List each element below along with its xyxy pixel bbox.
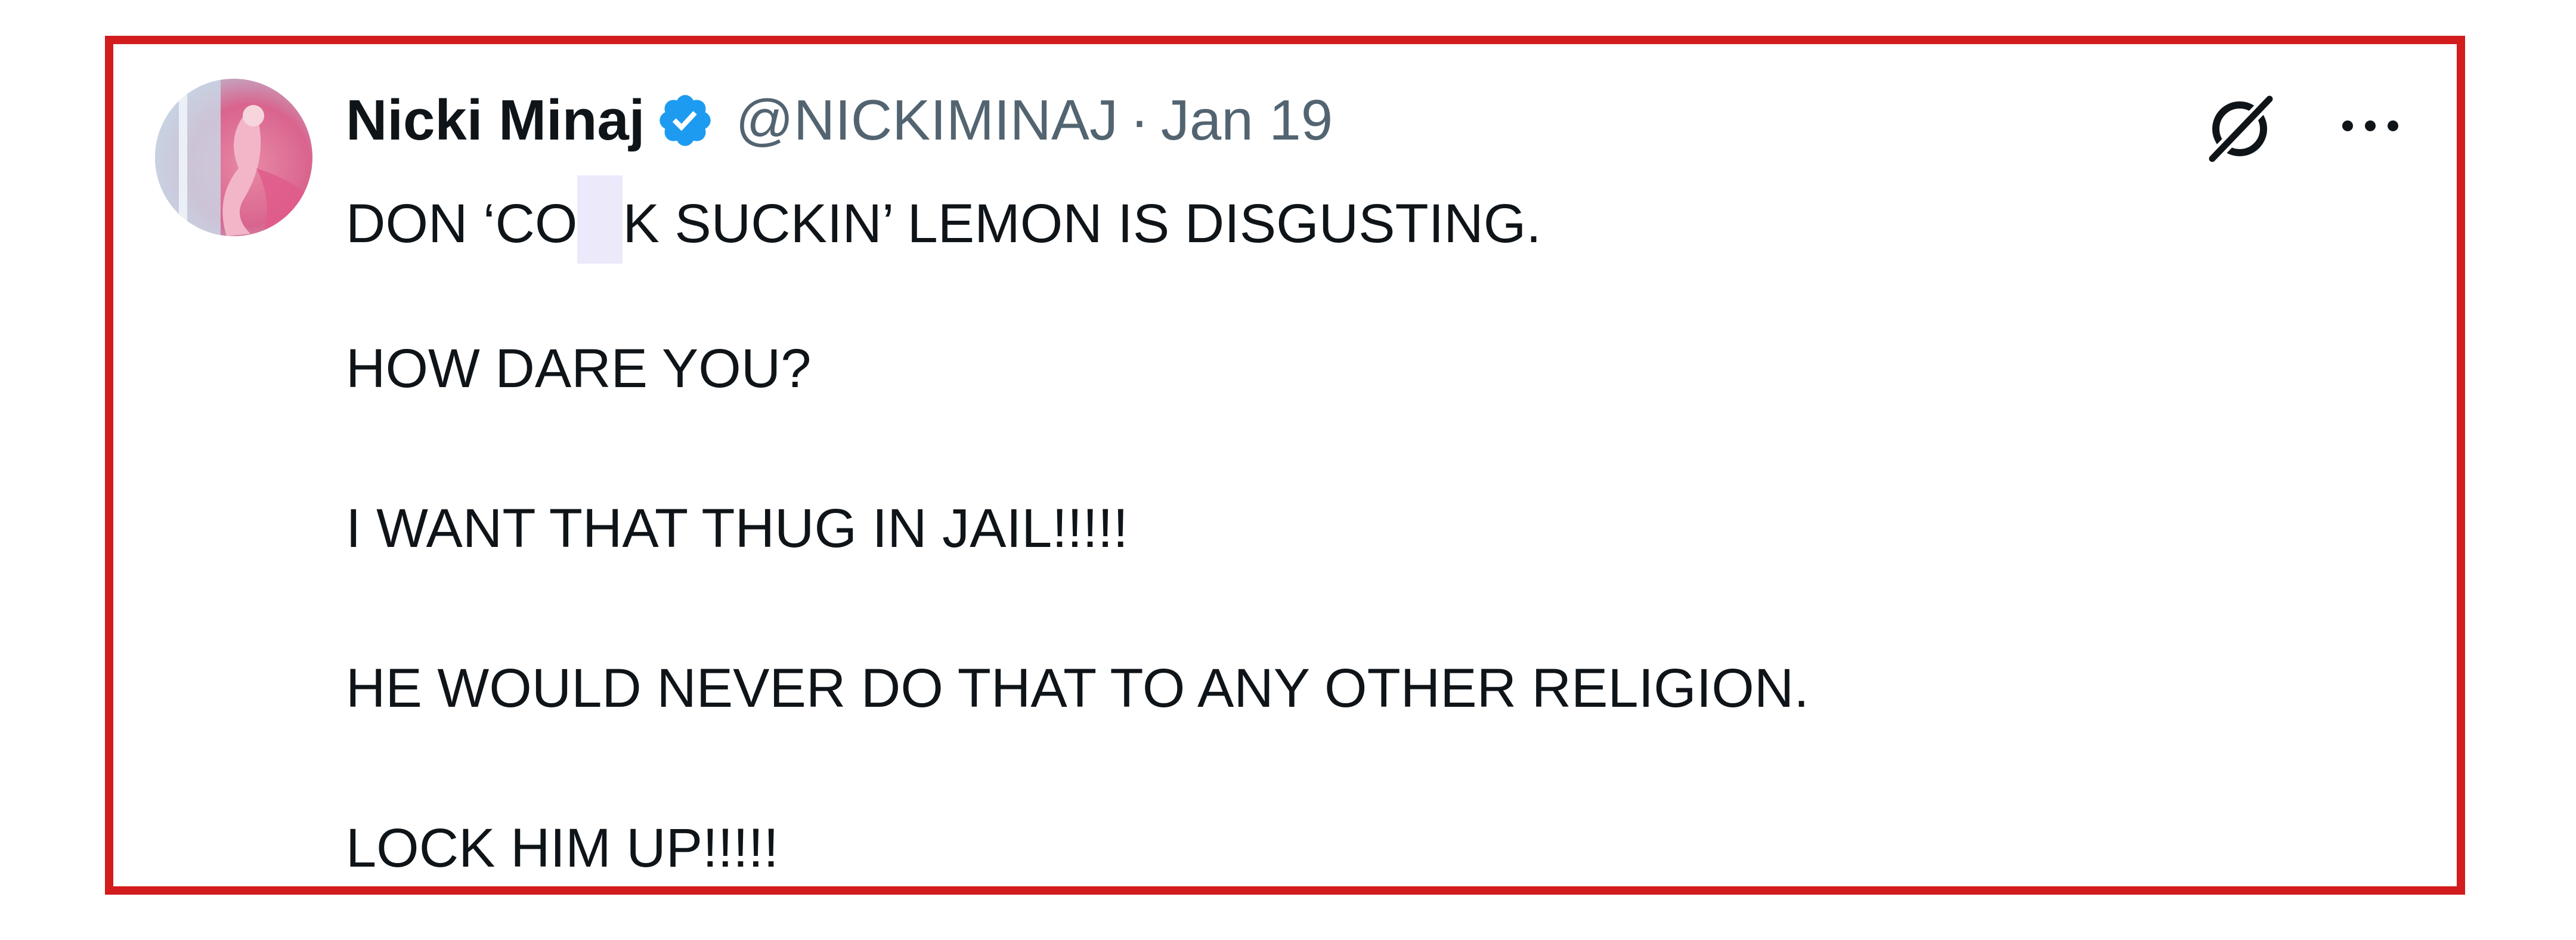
verified-badge-icon	[655, 91, 715, 150]
censor-block	[577, 175, 623, 264]
avatar[interactable]	[155, 79, 312, 236]
separator-dot: ·	[1129, 88, 1149, 152]
more-dot	[2388, 120, 2398, 131]
tweet-line-5: LOCK HIM UP!!!!!	[346, 818, 779, 879]
more-dot	[2365, 120, 2376, 131]
more-options-icon[interactable]	[2342, 120, 2398, 131]
tweet-line-2: HOW DARE YOU?	[346, 338, 812, 399]
more-dot	[2342, 120, 2353, 131]
tweet-line-1-end: K SUCKIN’ LEMON IS DISGUSTING.	[623, 193, 1541, 254]
tweet-card: Nicki Minaj @NICKIMINAJ · Jan 19 DON ‘CO…	[105, 36, 2465, 895]
grok-icon[interactable]	[2202, 91, 2278, 167]
tweet-date[interactable]: Jan 19	[1161, 92, 1333, 149]
author-handle[interactable]: @NICKIMINAJ	[735, 92, 1117, 149]
tweet-header: Nicki Minaj @NICKIMINAJ · Jan 19	[346, 79, 1333, 162]
tweet-line-3: I WANT THAT THUG IN JAIL!!!!!	[346, 498, 1129, 559]
tweet-line-1: DON ‘CO K SUCKIN’ LEMON IS DISGUSTING.	[346, 175, 2373, 264]
tweet-line-1-start: DON ‘CO	[346, 193, 578, 254]
tweet-text: DON ‘CO K SUCKIN’ LEMON IS DISGUSTING. HO…	[346, 175, 2373, 882]
author-name[interactable]: Nicki Minaj	[346, 92, 645, 149]
avatar-image	[155, 79, 312, 236]
tweet-line-4: HE WOULD NEVER DO THAT TO ANY OTHER RELI…	[346, 658, 1809, 719]
